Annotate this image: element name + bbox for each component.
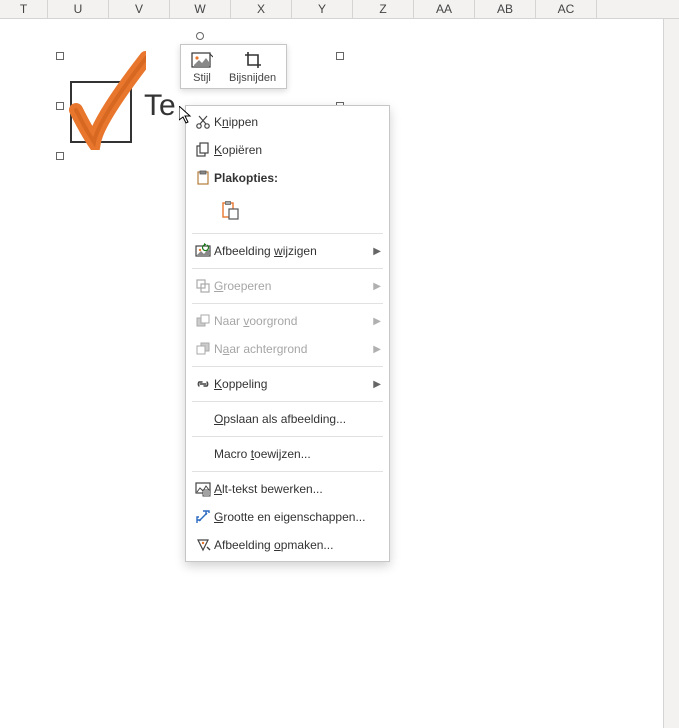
style-label: Stijl [193,72,211,84]
right-ruler [663,19,679,728]
menu-assign-macro[interactable]: Macro toewijzen... [186,440,389,468]
column-header[interactable]: W [170,0,231,18]
menu-size-properties-label: Grootte en eigenschappen... [214,510,381,524]
menu-paste-options-label: Plakopties: [214,171,381,185]
menu-size-properties[interactable]: Grootte en eigenschappen... [186,503,389,531]
size-properties-icon [192,509,214,525]
submenu-arrow-icon: ▶ [373,379,381,390]
rotate-handle[interactable] [196,32,204,40]
submenu-arrow-icon: ▶ [373,316,381,327]
send-back-icon [192,341,214,357]
menu-group-label: Groeperen [214,279,373,293]
menu-separator [192,436,383,437]
resize-handle-left-mid[interactable] [56,102,64,110]
menu-format-picture-label: Afbeelding opmaken... [214,538,381,552]
cut-icon [192,114,214,130]
menu-edit-alt-text[interactable]: Alt-tekst bewerken... [186,475,389,503]
bring-front-icon [192,313,214,329]
group-icon [192,278,214,294]
menu-edit-alt-text-label: Alt-tekst bewerken... [214,482,381,496]
submenu-arrow-icon: ▶ [373,281,381,292]
checkmark-icon [66,50,146,150]
paste-option-button[interactable] [216,196,244,224]
crop-button[interactable]: Bijsnijden [225,48,280,86]
spreadsheet-grid[interactable]: Te Stijl Bijsnijden Knippe [0,19,679,728]
menu-separator [192,268,383,269]
paste-icon [192,170,214,186]
link-icon [192,376,214,392]
menu-bring-front-label: Naar voorgrond [214,314,373,328]
menu-separator [192,233,383,234]
context-menu: Knippen Kopiëren Plakopties: [185,105,390,562]
image-text: Te [144,89,176,123]
column-header[interactable]: U [48,0,109,18]
menu-save-as-picture-label: Opslaan als afbeelding... [214,412,381,426]
menu-link-label: Koppeling [214,377,373,391]
resize-handle-top-left[interactable] [56,52,64,60]
crop-label: Bijsnijden [229,72,276,84]
column-header[interactable]: X [231,0,292,18]
menu-assign-macro-label: Macro toewijzen... [214,447,381,461]
menu-send-back-label: Naar achtergrond [214,342,373,356]
column-header[interactable]: Z [353,0,414,18]
menu-copy-label: Kopiëren [214,143,381,157]
column-headers: TUVWXYZAAABAC [0,0,679,19]
resize-handle-bottom-left[interactable] [56,152,64,160]
menu-link[interactable]: Koppeling ▶ [186,370,389,398]
menu-separator [192,471,383,472]
menu-send-back: Naar achtergrond ▶ [186,335,389,363]
menu-cut-label: Knippen [214,115,381,129]
menu-change-picture[interactable]: Afbeelding wijzigen ▶ [186,237,389,265]
submenu-arrow-icon: ▶ [373,246,381,257]
column-header[interactable]: T [0,0,48,18]
column-header[interactable]: AA [414,0,475,18]
column-header[interactable]: AB [475,0,536,18]
paste-options-row [186,192,389,230]
menu-save-as-picture[interactable]: Opslaan als afbeelding... [186,405,389,433]
picture-style-icon [191,50,213,70]
menu-cut[interactable]: Knippen [186,108,389,136]
paste-clipboard-icon [220,200,240,220]
crop-icon [243,50,263,70]
menu-copy[interactable]: Kopiëren [186,136,389,164]
alt-text-icon [192,481,214,497]
menu-paste-options-header: Plakopties: [186,164,389,192]
column-header[interactable]: Y [292,0,353,18]
column-header[interactable]: V [109,0,170,18]
menu-separator [192,366,383,367]
resize-handle-top-right[interactable] [336,52,344,60]
menu-format-picture[interactable]: Afbeelding opmaken... [186,531,389,559]
menu-change-picture-label: Afbeelding wijzigen [214,244,373,258]
mini-toolbar: Stijl Bijsnijden [180,44,287,89]
menu-bring-front: Naar voorgrond ▶ [186,307,389,335]
style-button[interactable]: Stijl [187,48,217,86]
column-header[interactable]: AC [536,0,597,18]
copy-icon [192,142,214,158]
menu-separator [192,303,383,304]
submenu-arrow-icon: ▶ [373,344,381,355]
format-picture-icon [192,537,214,553]
menu-separator [192,401,383,402]
menu-group: Groeperen ▶ [186,272,389,300]
change-picture-icon [192,243,214,259]
